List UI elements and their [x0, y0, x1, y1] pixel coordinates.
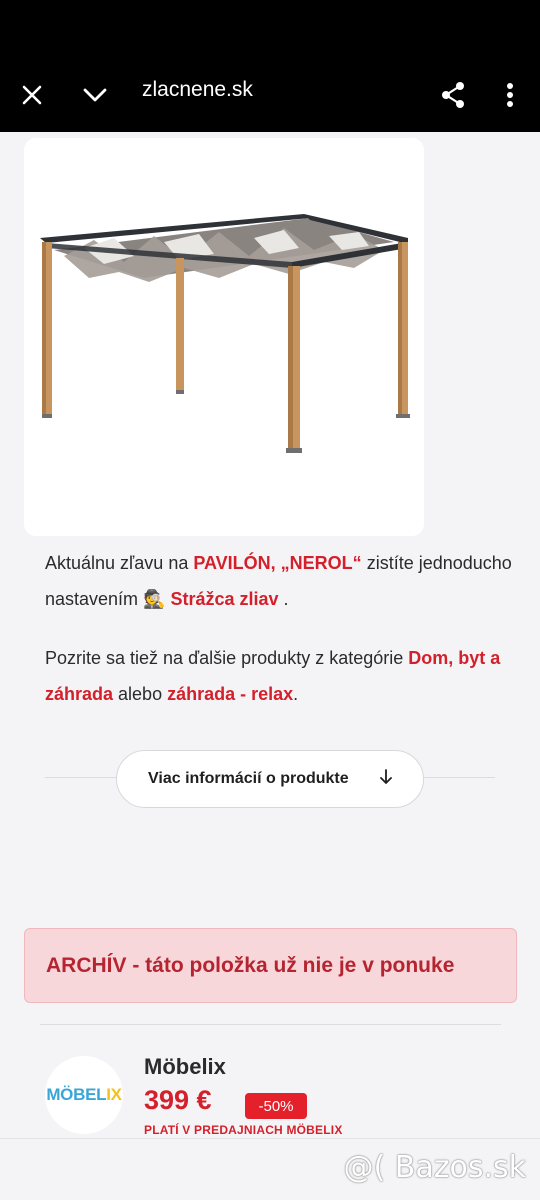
close-icon[interactable]	[8, 71, 56, 119]
product-image[interactable]	[24, 138, 424, 536]
shop-name[interactable]: Möbelix	[144, 1054, 226, 1080]
archive-notice: ARCHÍV - táto položka už nie je v ponuke	[24, 928, 517, 1003]
product-link[interactable]: PAVILÓN, „NEROL“	[193, 553, 361, 573]
browser-toolbar: zlacnene.sk	[0, 0, 540, 132]
divider-right	[424, 777, 495, 778]
desc-text: Pozrite sa tiež na ďalšie produkty z kat…	[45, 648, 409, 668]
desc-text: Aktuálnu zľavu na	[45, 553, 194, 573]
category-link-garden[interactable]: záhrada - relax	[167, 684, 293, 704]
share-icon[interactable]	[429, 71, 477, 119]
chevron-down-icon[interactable]	[71, 71, 119, 119]
discount-badge: -50%	[245, 1093, 307, 1119]
shop-logo[interactable]: MÖBELIX	[45, 1056, 123, 1134]
category-paragraph: Pozrite sa tiež na ďalšie produkty z kat…	[45, 640, 515, 712]
pavilion-image	[40, 214, 410, 453]
shop-divider	[40, 1024, 501, 1025]
arrow-down-icon	[379, 768, 393, 791]
divider-left	[45, 777, 117, 778]
desc-text: alebo	[113, 684, 168, 704]
desc-text: .	[293, 684, 299, 704]
price-guard-link[interactable]: 🕵 Strážca zliav	[143, 589, 278, 609]
discount-paragraph: Aktuálnu zľavu na PAVILÓN, „NEROL“ zistí…	[45, 545, 515, 617]
watermark: @( Bazos.sk	[343, 1150, 526, 1185]
shop-price: 399 €	[144, 1085, 212, 1115]
shop-note: PLATÍ V PREDAJNIACH MÖBELIX	[144, 1123, 343, 1137]
url-text[interactable]: zlacnene.sk	[142, 78, 253, 102]
more-info-button[interactable]: Viac informácií o produkte	[116, 750, 424, 808]
shop-logo-text: MÖBELIX	[46, 1085, 122, 1104]
desc-text: .	[278, 589, 289, 609]
archive-text: ARCHÍV - táto položka už nie je v ponuke	[46, 953, 455, 977]
more-info-label: Viac informácií o produkte	[148, 770, 349, 787]
more-vert-icon[interactable]	[486, 71, 534, 119]
